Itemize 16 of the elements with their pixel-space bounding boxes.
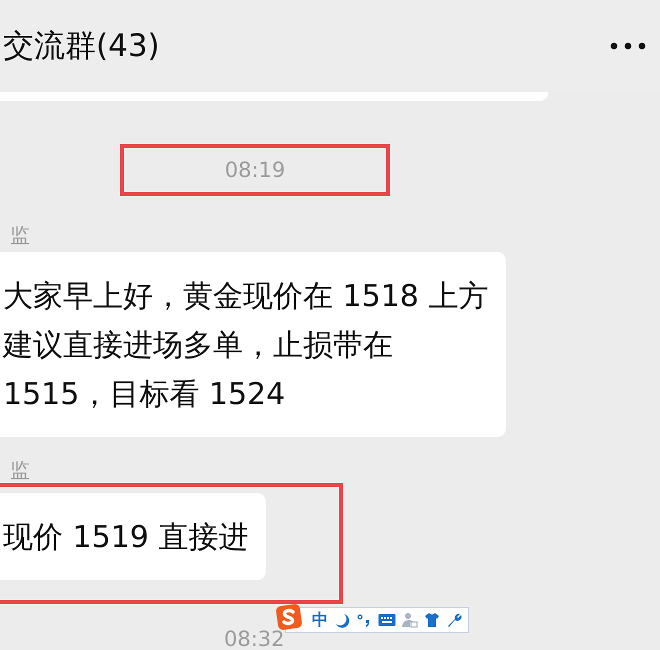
timestamp: 08:32 xyxy=(224,627,285,650)
sender-name: 监 xyxy=(9,222,30,248)
message-text: 1515，目标看 1524 xyxy=(3,376,286,414)
shirt-icon[interactable] xyxy=(424,612,440,628)
message-text: 建议直接进场多单，止损带在 xyxy=(3,327,394,365)
more-icon[interactable] xyxy=(610,42,646,50)
keyboard-icon[interactable] xyxy=(378,613,396,627)
timestamp: 08:19 xyxy=(224,158,286,182)
wrench-icon[interactable] xyxy=(446,612,462,628)
punctuation-icon[interactable] xyxy=(356,612,372,628)
moon-icon[interactable] xyxy=(334,612,350,628)
input-mode-toggle[interactable]: 中 xyxy=(312,610,328,630)
message-text: 大家早上好，黄金现价在 1518 上方 xyxy=(3,278,488,316)
sender-name: 监 xyxy=(9,457,30,483)
message-text: 现价 1519 直接进 xyxy=(3,519,248,557)
chat-title: 交流群(43) xyxy=(3,27,160,66)
